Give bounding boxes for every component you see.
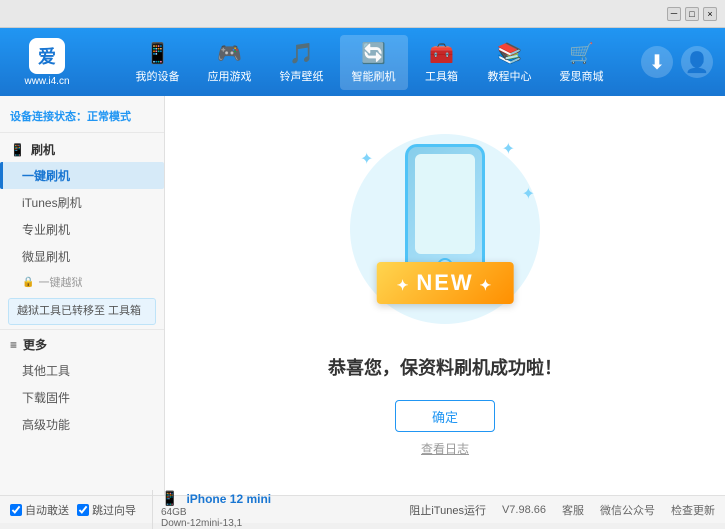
logo-icon: 爱	[29, 38, 65, 74]
confirm-button[interactable]: 确定	[395, 400, 495, 432]
itunes-status: 阻止iTunes运行	[409, 502, 486, 518]
minimize-button[interactable]: －	[667, 7, 681, 21]
jailbreak-section-title: 🔒 一键越狱	[0, 270, 164, 294]
nav-item-ringtones[interactable]: 🎵 铃声壁纸	[268, 35, 336, 90]
sparkle-2: ✦	[502, 139, 515, 159]
bottom-bar: 自动敢送 跳过向导 📱 iPhone 12 mini 64GB Down-12m…	[0, 495, 725, 523]
nav-item-mall[interactable]: 🛒 爱思商城	[548, 35, 616, 90]
skip-wizard-checkbox[interactable]: 跳过向导	[77, 502, 136, 518]
device-info: 📱 iPhone 12 mini 64GB Down-12mini-13,1	[152, 490, 271, 529]
ringtones-icon: 🎵	[289, 41, 314, 66]
my-device-icon: 📱	[145, 41, 170, 66]
mall-icon: 🛒	[569, 41, 594, 66]
bottom-right: 阻止iTunes运行 V7.98.66 客服 微信公众号 检查更新	[409, 502, 715, 518]
device-storage: 64GB	[161, 507, 271, 518]
auto-flash-label: 自动敢送	[25, 502, 69, 518]
device-icon: 📱	[161, 490, 178, 507]
version-label: V7.98.66	[502, 504, 546, 516]
status-label: 设备连接状态：	[10, 111, 87, 123]
skip-wizard-input[interactable]	[77, 504, 89, 516]
wechat-link[interactable]: 微信公众号	[600, 502, 655, 518]
sidebar-item-other-tools[interactable]: 其他工具	[0, 357, 164, 384]
sidebar-item-pro-flash[interactable]: 专业刷机	[0, 216, 164, 243]
logo-text: www.i4.cn	[24, 76, 69, 87]
apps-games-icon: 🎮	[217, 41, 242, 66]
nav-label-smart-flash: 智能刷机	[352, 68, 396, 84]
nav-label-tutorials: 教程中心	[488, 68, 532, 84]
main-layout: 设备连接状态：正常模式 📱 刷机 一键刷机 iTunes刷机 专业刷机 微显刷机…	[0, 96, 725, 495]
nav-label-apps-games: 应用游戏	[208, 68, 252, 84]
toolbox-icon: 🧰	[429, 41, 454, 66]
maximize-button[interactable]: □	[685, 7, 699, 21]
nav-items: 📱 我的设备 🎮 应用游戏 🎵 铃声壁纸 🔄 智能刷机 🧰 工具箱 📚 教程中心…	[98, 35, 641, 90]
status-value: 正常模式	[87, 111, 131, 123]
sidebar-item-download-firmware[interactable]: 下载固件	[0, 384, 164, 411]
nav-item-apps-games[interactable]: 🎮 应用游戏	[196, 35, 264, 90]
itunes-status-label: 阻止iTunes运行	[409, 502, 486, 518]
nav-item-tutorials[interactable]: 📚 教程中心	[476, 35, 544, 90]
flash-section-label: 刷机	[31, 141, 55, 158]
sparkle-1: ✦	[360, 149, 373, 169]
sparkle-3: ✦	[522, 184, 535, 204]
skip-wizard-label: 跳过向导	[92, 502, 136, 518]
sidebar-item-itunes-flash[interactable]: iTunes刷机	[0, 189, 164, 216]
device-name: iPhone 12 mini	[186, 492, 271, 506]
secondary-link[interactable]: 查看日志	[421, 440, 469, 457]
nav-label-toolbox: 工具箱	[425, 68, 458, 84]
lock-icon: 🔒	[22, 277, 34, 288]
sidebar-item-one-click-flash[interactable]: 一键刷机	[0, 162, 164, 189]
flash-section-title: 📱 刷机	[0, 137, 164, 162]
title-bar: － □ ×	[0, 0, 725, 28]
nav-label-mall: 爱思商城	[560, 68, 604, 84]
close-button[interactable]: ×	[703, 7, 717, 21]
header-right: ⬇ 👤	[641, 46, 713, 78]
auto-flash-input[interactable]	[10, 504, 22, 516]
sidebar: 设备连接状态：正常模式 📱 刷机 一键刷机 iTunes刷机 专业刷机 微显刷机…	[0, 96, 165, 495]
sidebar-item-wipe-flash[interactable]: 微显刷机	[0, 243, 164, 270]
jailbreak-notice: 越狱工具已转移至 工具箱	[8, 298, 156, 325]
flash-section-icon: 📱	[10, 143, 25, 157]
nav-label-ringtones: 铃声壁纸	[280, 68, 324, 84]
window-controls[interactable]: － □ ×	[667, 7, 717, 21]
nav-item-toolbox[interactable]: 🧰 工具箱	[412, 35, 472, 90]
success-illustration: ✦ ✦ ✦ NEW	[345, 134, 545, 334]
success-message: 恭喜您，保资料刷机成功啦！	[328, 354, 562, 380]
device-status-bar: 设备连接状态：正常模式	[0, 104, 164, 133]
nav-label-my-device: 我的设备	[136, 68, 180, 84]
header: 爱 www.i4.cn 📱 我的设备 🎮 应用游戏 🎵 铃声壁纸 🔄 智能刷机 …	[0, 28, 725, 96]
new-badge: NEW	[377, 262, 514, 304]
support-link[interactable]: 客服	[562, 502, 584, 518]
download-button[interactable]: ⬇	[641, 46, 673, 78]
phone-screen	[415, 154, 475, 254]
more-section-title: ≡ 更多	[0, 329, 164, 357]
tutorials-icon: 📚	[497, 41, 522, 66]
sidebar-item-advanced[interactable]: 高级功能	[0, 411, 164, 438]
bottom-left: 自动敢送 跳过向导 📱 iPhone 12 mini 64GB Down-12m…	[10, 490, 409, 529]
check-update-link[interactable]: 检查更新	[671, 502, 715, 518]
nav-item-smart-flash[interactable]: 🔄 智能刷机	[340, 35, 408, 90]
logo-area[interactable]: 爱 www.i4.cn	[12, 38, 82, 87]
device-firmware: Down-12mini-13,1	[161, 518, 271, 529]
content-area: ✦ ✦ ✦ NEW 恭喜您，保资料刷机成功啦！ 确定 查看日志	[165, 96, 725, 495]
more-icon: ≡	[10, 338, 17, 352]
smart-flash-icon: 🔄	[361, 41, 386, 66]
auto-flash-checkbox[interactable]: 自动敢送	[10, 502, 69, 518]
nav-item-my-device[interactable]: 📱 我的设备	[124, 35, 192, 90]
account-button[interactable]: 👤	[681, 46, 713, 78]
